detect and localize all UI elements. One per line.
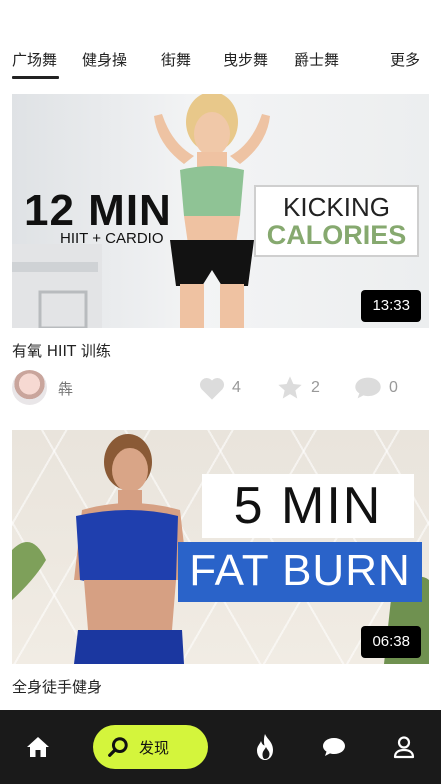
- thumbnail-subheadline: FAT BURN: [189, 546, 411, 595]
- comment-count: 0: [389, 379, 398, 396]
- nav-profile[interactable]: [390, 710, 418, 784]
- avatar[interactable]: [12, 370, 47, 405]
- home-icon: [27, 737, 49, 757]
- tab-more[interactable]: 更多: [390, 49, 420, 70]
- video-title[interactable]: 有氧 HIIT 训练: [12, 340, 111, 361]
- nav-messages[interactable]: [319, 710, 349, 784]
- favorite-button[interactable]: 2: [275, 370, 320, 406]
- profile-icon: [393, 736, 415, 759]
- category-tabs: 广场舞 健身操 街舞 曳步舞 爵士舞 更多: [0, 0, 441, 90]
- favorite-count: 2: [311, 379, 320, 396]
- thumbnail-headline: 5 MIN: [233, 477, 383, 535]
- star-icon: [278, 376, 302, 399]
- discover-label: 发现: [139, 738, 170, 757]
- video-meta-row: 犇 4 2 0: [12, 370, 429, 406]
- author-name[interactable]: 犇: [58, 378, 73, 399]
- nav-trending[interactable]: [251, 710, 279, 784]
- video-thumbnail[interactable]: 12 MIN HIIT + CARDIO KICKING CALORIES 13…: [12, 94, 429, 328]
- tab-jazz-dance[interactable]: 爵士舞: [294, 49, 339, 70]
- thumbnail-headline: 12 MIN: [24, 186, 172, 235]
- video-thumbnail[interactable]: 5 MIN FAT BURN 06:38: [12, 430, 429, 664]
- heart-icon: [199, 378, 225, 400]
- video-title[interactable]: 全身徒手健身: [12, 676, 102, 697]
- like-button[interactable]: 4: [198, 370, 241, 406]
- like-count: 4: [232, 379, 241, 396]
- tab-street-dance[interactable]: 街舞: [161, 49, 191, 70]
- fire-icon: [257, 734, 273, 760]
- comment-icon: [355, 377, 381, 399]
- tab-aerobics[interactable]: 健身操: [82, 49, 127, 70]
- nav-discover[interactable]: 发现: [93, 725, 208, 769]
- comment-button[interactable]: 0: [353, 370, 398, 406]
- thumbnail-subheadline: HIIT + CARDIO: [60, 230, 164, 247]
- tab-shuffle-dance[interactable]: 曳步舞: [223, 49, 268, 70]
- video-duration: 13:33: [361, 290, 421, 322]
- thumbnail-box-line1: KICKING: [283, 192, 390, 222]
- video-duration: 06:38: [361, 626, 421, 658]
- search-icon: [108, 737, 128, 757]
- bottom-navigation: 发现: [0, 710, 441, 784]
- chat-icon: [323, 738, 345, 756]
- tab-square-dance[interactable]: 广场舞: [12, 49, 57, 70]
- thumbnail-box-line2: CALORIES: [266, 220, 407, 250]
- nav-home[interactable]: [22, 710, 54, 784]
- active-tab-indicator: [12, 76, 59, 79]
